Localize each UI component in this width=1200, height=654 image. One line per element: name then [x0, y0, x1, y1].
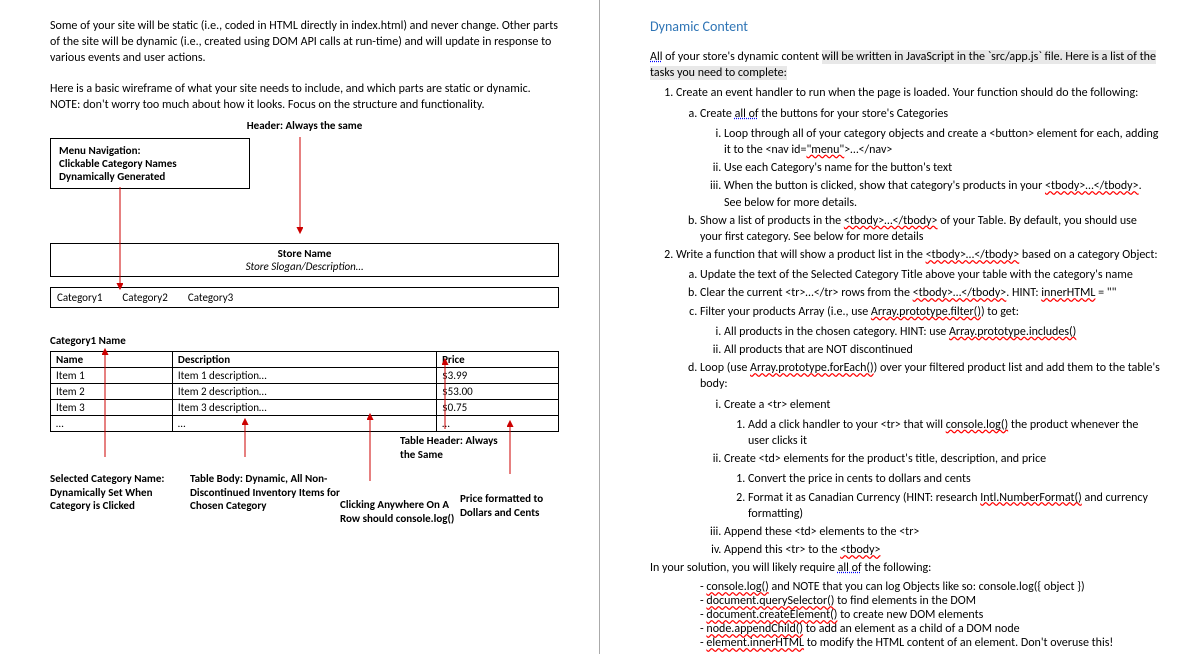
table-row: Item 1 Item 1 description… $3.99: [51, 367, 559, 383]
wf-nav-annot-l1: Menu Navigation:: [59, 144, 241, 157]
wireframe: Header: Always the same Menu Navigation:…: [50, 119, 559, 562]
api-item: console.log() and NOTE that you can log …: [700, 580, 1160, 594]
api-item: element.innerHTML to modify the HTML con…: [700, 636, 1160, 650]
wf-store-name: Store Name: [51, 247, 558, 260]
task-2d-ii-2: Format it as Canadian Currency (HINT: re…: [748, 490, 1160, 522]
section-heading: Dynamic Content: [650, 18, 1160, 35]
ann-selected-category: Selected Category Name: Dynamically Set …: [50, 472, 180, 513]
wf-nav-annot-l3: Dynamically Generated: [59, 170, 241, 183]
task-2d-ii-1: Convert the price in cents to dollars an…: [748, 471, 1160, 487]
mid-para: In your solution, you will likely requir…: [650, 560, 1160, 576]
ann-row-click: Clicking Anywhere On A Row should consol…: [340, 498, 460, 526]
task-1a-ii: Use each Category's name for the button'…: [724, 160, 1160, 176]
intro-para-2: Here is a basic wireframe of what your s…: [50, 81, 559, 113]
wf-nav-annot-l2: Clickable Category Names: [59, 157, 241, 170]
task-2d-iii: Append these <td> elements to the <tr>: [724, 524, 1160, 540]
task-2d: Loop (use Array.prototype.forEach()) ove…: [700, 360, 1160, 558]
task-2b: Clear the current <tr>…</tr> rows from t…: [700, 285, 1160, 301]
table-row: Item 3 Item 3 description… $0.75: [51, 399, 559, 415]
table-row: Item 2 Item 2 description… $53.00: [51, 383, 559, 399]
task-1a: Create all of the buttons for your store…: [700, 106, 1160, 211]
wf-cat2: Category2: [122, 291, 167, 304]
th-price: Price: [437, 351, 559, 367]
task-2: Write a function that will show a produc…: [676, 247, 1160, 558]
api-item: document.querySelector() to find element…: [700, 594, 1160, 608]
th-name: Name: [51, 351, 173, 367]
th-desc: Description: [172, 351, 436, 367]
task-1a-i: Loop through all of your category object…: [724, 126, 1160, 158]
wf-products-table: Name Description Price Item 1 Item 1 des…: [50, 351, 559, 432]
table-header-row: Name Description Price: [51, 351, 559, 367]
wf-cat1: Category1: [57, 291, 102, 304]
wf-nav-annot: Menu Navigation: Clickable Category Name…: [50, 138, 250, 189]
task-2d-iv: Append this <tr> to the <tbody>: [724, 542, 1160, 558]
wf-annotations: Selected Category Name: Dynamically Set …: [50, 472, 559, 562]
wf-cat3: Category3: [188, 291, 233, 304]
task-1b: Show a list of products in the <tbody>…<…: [700, 213, 1160, 245]
ann-price-format: Price formatted to Dollars and Cents: [460, 492, 570, 520]
wf-header-annot: Header: Always the same: [50, 119, 559, 132]
task-list: Create an event handler to run when the …: [650, 85, 1160, 558]
task-1a-iii: When the button is clicked, show that ca…: [724, 178, 1160, 210]
ann-table-body: Table Body: Dynamic, All Non-Discontinue…: [190, 472, 340, 513]
task-2a: Update the text of the Selected Category…: [700, 267, 1160, 283]
wf-store-slogan: Store Slogan/Description…: [51, 260, 558, 273]
wf-category-menu: Category1 Category2 Category3: [50, 287, 559, 308]
wf-selected-category-title: Category1 Name: [50, 334, 559, 347]
task-2c: Filter your products Array (i.e., use Ar…: [700, 304, 1160, 359]
left-page: Some of your site will be static (i.e., …: [0, 0, 600, 654]
api-list: console.log() and NOTE that you can log …: [650, 580, 1160, 650]
task-2c-ii: All products that are NOT discontinued: [724, 342, 1160, 358]
task-2d-i-1: Add a click handler to your <tr> that wi…: [748, 417, 1160, 449]
right-page: Dynamic Content All of your store's dyna…: [600, 0, 1200, 654]
task-2c-i: All products in the chosen category. HIN…: [724, 324, 1160, 340]
api-item: node.appendChild() to add an element as …: [700, 622, 1160, 636]
intro-para-1: Some of your site will be static (i.e., …: [50, 18, 559, 67]
task-2d-i: Create a <tr> element Add a click handle…: [724, 397, 1160, 450]
task-2d-ii: Create <td> elements for the product's t…: [724, 451, 1160, 522]
task-1: Create an event handler to run when the …: [676, 85, 1160, 245]
wf-store-box: Store Name Store Slogan/Description…: [50, 243, 559, 277]
ann-table-header: Table Header: Always the Same: [400, 434, 510, 462]
table-row: … … …: [51, 415, 559, 431]
api-item: document.createElement() to create new D…: [700, 608, 1160, 622]
right-intro: All of your store's dynamic content will…: [650, 49, 1160, 81]
